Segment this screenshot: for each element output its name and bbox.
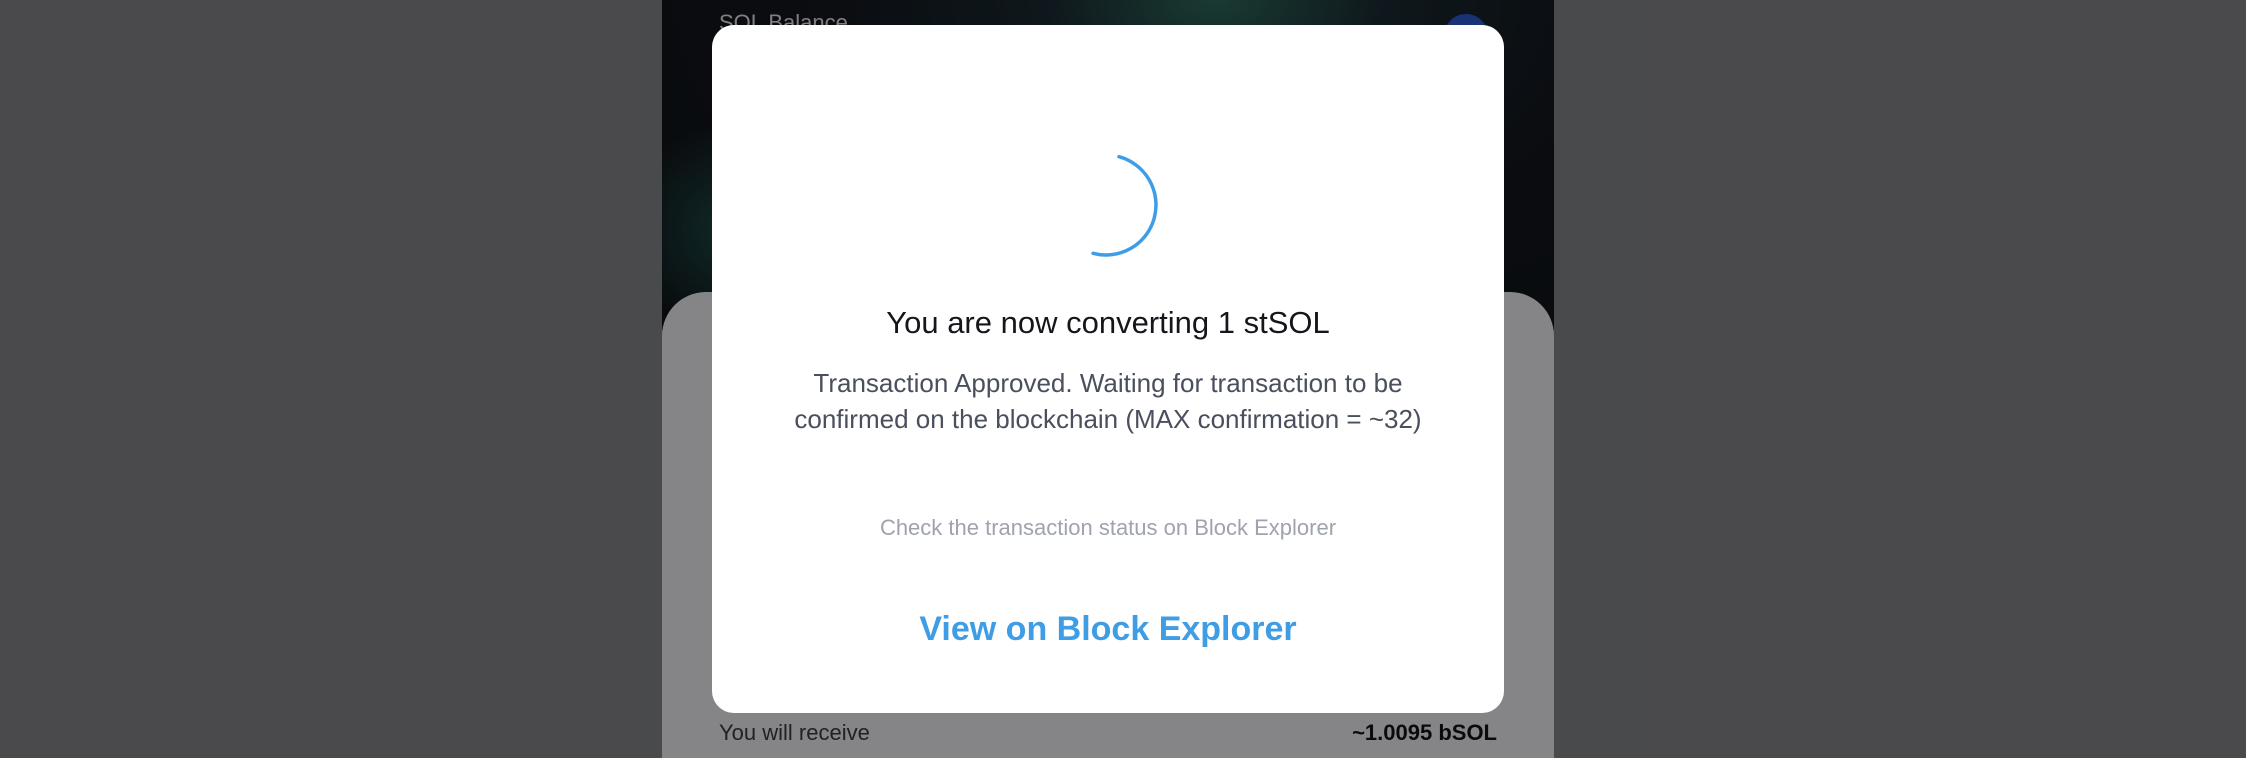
view-on-block-explorer-link[interactable]: View on Block Explorer <box>712 610 1504 649</box>
modal-title: You are now converting 1 stSOL <box>886 305 1330 340</box>
loading-spinner-icon <box>1091 154 1158 257</box>
block-explorer-hint: Check the transaction status on Block Ex… <box>879 515 1337 540</box>
modal-description: Transaction Approved. Waiting for transa… <box>794 368 1422 434</box>
transaction-modal: You are now converting 1 stSOL Transacti… <box>712 25 1504 713</box>
